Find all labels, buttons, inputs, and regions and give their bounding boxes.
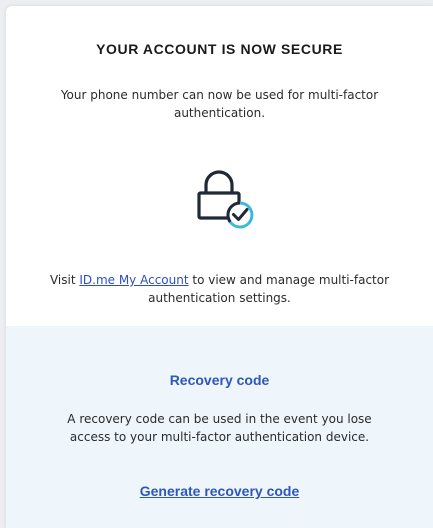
- confirmation-message: Your phone number can now be used for mu…: [60, 88, 379, 120]
- recovery-code-heading: Recovery code: [169, 372, 270, 388]
- recovery-code-section: Recovery code A recovery code can be use…: [6, 326, 433, 528]
- account-note-prefix: Visit: [49, 273, 80, 287]
- my-account-link[interactable]: ID.me My Account: [79, 273, 188, 287]
- lock-check-icon: [197, 170, 254, 229]
- generate-recovery-code-link[interactable]: Generate recovery code: [6, 483, 433, 499]
- recovery-code-description: A recovery code can be used in the event…: [67, 412, 372, 444]
- account-settings-note: Visit ID.me My Account to view and manag…: [46, 271, 393, 307]
- confirmation-section: YOUR ACCOUNT IS NOW SECURE Your phone nu…: [6, 6, 433, 326]
- page-title: YOUR ACCOUNT IS NOW SECURE: [96, 41, 343, 57]
- account-secure-card: YOUR ACCOUNT IS NOW SECURE Your phone nu…: [6, 6, 433, 528]
